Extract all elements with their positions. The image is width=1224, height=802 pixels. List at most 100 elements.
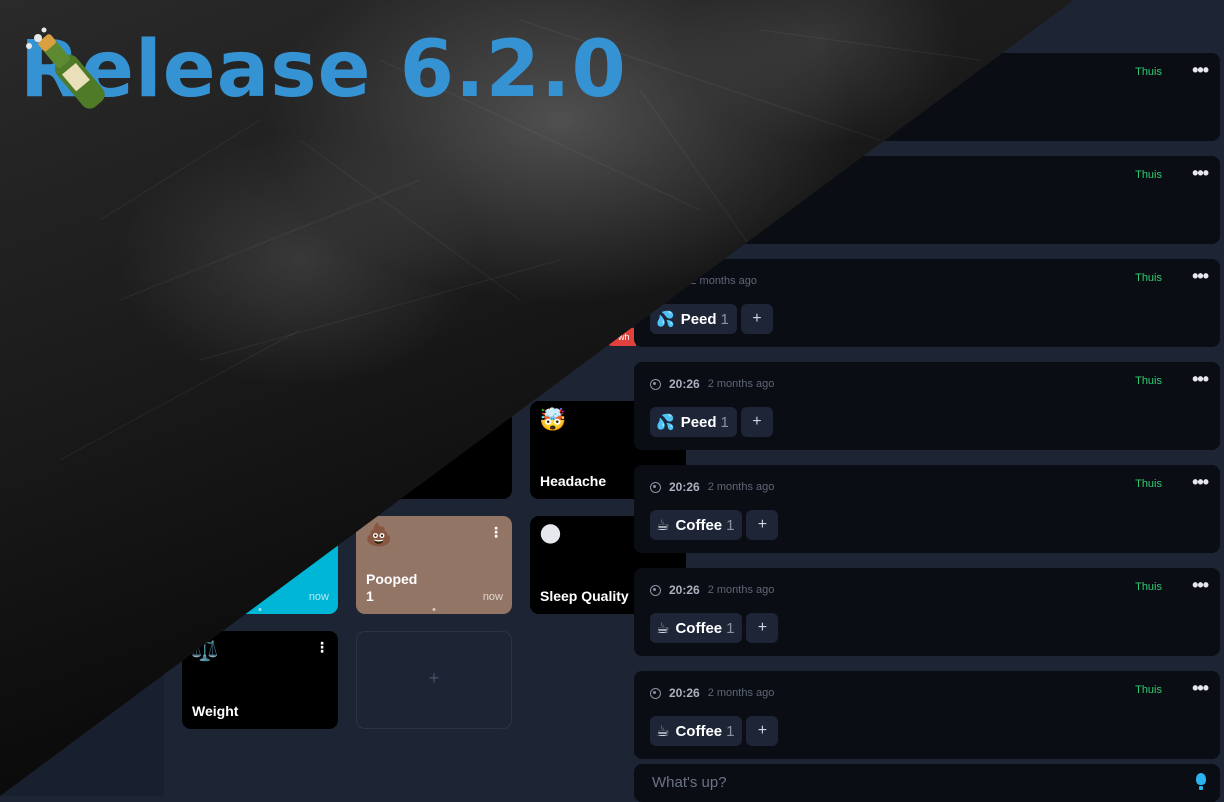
- location-tag[interactable]: Thuis: [1135, 581, 1162, 593]
- card-relative-time: 2 months ago: [690, 275, 758, 287]
- card-relative-time: 2 months ago: [707, 687, 775, 699]
- lightbulb-icon[interactable]: [1196, 773, 1206, 790]
- feed-card[interactable]: 20:26 2 months ago Thuis ••• 💦 Peed 1 +: [634, 362, 1220, 450]
- left-rail: [0, 0, 164, 796]
- event-count: 1: [726, 516, 735, 534]
- tile-pooped[interactable]: 💩 ⋮ Pooped 1 now: [356, 516, 512, 614]
- card-time: 20:26: [669, 480, 700, 494]
- tile-time: now: [308, 591, 329, 603]
- location-pin-icon: [650, 584, 661, 596]
- feed-card[interactable]: 20:26 2 months ago Thuis ••• ☕ Coffee 1 +: [634, 568, 1220, 656]
- more-options-icon[interactable]: •••: [1192, 163, 1209, 184]
- card-meta: 26 2 months ago: [650, 274, 757, 288]
- more-options-icon[interactable]: •••: [1192, 472, 1209, 493]
- card-relative-time: 2 months ago: [707, 481, 775, 493]
- event-emoji-icon: ☕: [656, 517, 670, 534]
- event-chip[interactable]: 💦 Peed 1: [650, 407, 737, 437]
- card-chips: 💦 Peed 1 +: [650, 304, 773, 334]
- event-label: Peed: [680, 310, 717, 328]
- tile-dot: [432, 608, 436, 611]
- event-chip[interactable]: ☕ Coffee 1: [650, 613, 743, 643]
- event-emoji-icon: 💦: [656, 311, 675, 328]
- event-count: 1: [720, 413, 729, 431]
- add-event-button[interactable]: +: [746, 716, 779, 746]
- card-chips: ☕ Coffee 1 +: [650, 510, 779, 540]
- event-label: Coffee: [675, 516, 723, 534]
- card-meta: 20:26 2 months ago: [650, 377, 774, 391]
- feed-card[interactable]: 20:26 2 months ago Thuis ••• ☕ Coffee 1 +: [634, 671, 1220, 759]
- card-meta: 20:26 2 months ago: [650, 583, 774, 597]
- card-relative-time: 2 months ago: [707, 584, 775, 596]
- scale-icon: ⚖️: [191, 637, 219, 662]
- location-pin-icon: [650, 481, 661, 493]
- more-options-icon[interactable]: •••: [1192, 60, 1209, 81]
- tile-unnamed[interactable]: [356, 401, 512, 499]
- event-chip[interactable]: 💦 Peed 1: [650, 304, 737, 334]
- tile-menu-icon[interactable]: ⋮: [489, 524, 503, 541]
- more-options-icon[interactable]: •••: [1192, 575, 1209, 596]
- card-meta: 20:26 2 months ago: [650, 686, 774, 700]
- card-relative-time: 2 months ago: [707, 378, 775, 390]
- more-options-icon[interactable]: •••: [1192, 678, 1209, 699]
- tile-count: 1: [366, 588, 374, 604]
- plus-icon: +: [428, 668, 440, 688]
- card-chips: ☕ Coffee 1 +: [650, 716, 779, 746]
- tile-label: Weight: [192, 703, 239, 719]
- more-options-icon[interactable]: •••: [1192, 369, 1209, 390]
- location-tag[interactable]: Thuis: [1135, 478, 1162, 490]
- card-time: 20:26: [669, 377, 700, 391]
- red-badge: wh: [608, 328, 636, 346]
- card-time: 20:26: [669, 583, 700, 597]
- tile-label-text: Pooped: [366, 571, 418, 587]
- add-event-button[interactable]: +: [740, 304, 773, 334]
- add-event-button[interactable]: +: [746, 613, 779, 643]
- composer: [634, 764, 1220, 802]
- event-emoji-icon: ☕: [656, 620, 670, 637]
- card-time: 26: [669, 274, 683, 288]
- event-count: 1: [720, 310, 729, 328]
- tile-weight[interactable]: ⚖️ ⋮ Weight: [182, 631, 338, 729]
- add-event-button[interactable]: +: [740, 407, 773, 437]
- location-tag[interactable]: Thuis: [1135, 375, 1162, 387]
- event-count: 1: [726, 722, 735, 740]
- tile-cyan[interactable]: now: [182, 516, 338, 614]
- tile-dot: [258, 608, 262, 611]
- tile-label: Sleep Quality: [540, 588, 629, 604]
- event-chip[interactable]: ☕ Coffee 1: [650, 716, 743, 746]
- event-label: Peed: [680, 413, 717, 431]
- event-count: 1: [726, 619, 735, 637]
- location-pin-icon: [650, 687, 661, 699]
- tile-time: now: [482, 591, 503, 603]
- feed-card[interactable]: Thuis •••: [634, 53, 1220, 141]
- event-emoji-icon: ☕: [656, 723, 670, 740]
- app-background: 🤯 Headache now 💩 ⋮ Pooped 1 now 🌑 Sleep …: [0, 0, 1224, 802]
- card-chips: 💦 Peed 1 +: [650, 407, 773, 437]
- tile-label: Headache: [540, 473, 607, 489]
- poop-icon: 💩: [365, 522, 393, 547]
- feed-card[interactable]: Thuis •••: [634, 156, 1220, 244]
- location-pin-icon: [650, 275, 661, 287]
- card-chips: ☕ Coffee 1 +: [650, 613, 779, 643]
- location-tag[interactable]: Thuis: [1135, 684, 1162, 696]
- add-event-button[interactable]: +: [746, 510, 779, 540]
- location-tag[interactable]: Thuis: [1135, 272, 1162, 284]
- event-label: Coffee: [675, 722, 723, 740]
- card-meta: 20:26 2 months ago: [650, 480, 774, 494]
- new-moon-icon: 🌑: [539, 522, 562, 547]
- card-time: 20:26: [669, 686, 700, 700]
- event-emoji-icon: 💦: [656, 414, 675, 431]
- event-label: Coffee: [675, 619, 723, 637]
- tile-menu-icon[interactable]: ⋮: [315, 639, 329, 656]
- more-options-icon[interactable]: •••: [1192, 266, 1209, 287]
- add-tile-button[interactable]: +: [356, 631, 512, 729]
- location-pin-icon: [650, 378, 661, 390]
- feed-card[interactable]: 20:26 2 months ago Thuis ••• ☕ Coffee 1 +: [634, 465, 1220, 553]
- activity-feed: Thuis ••• Thuis ••• 26 2 months ago Thuis ••• 💦 P…: [634, 0, 1224, 802]
- location-tag[interactable]: Thuis: [1135, 169, 1162, 181]
- feed-card[interactable]: 26 2 months ago Thuis ••• 💦 Peed 1 +: [634, 259, 1220, 347]
- event-chip[interactable]: ☕ Coffee 1: [650, 510, 743, 540]
- location-tag[interactable]: Thuis: [1135, 66, 1162, 78]
- exploding-head-icon: 🤯: [539, 407, 567, 432]
- tile-label: Pooped 1: [366, 571, 417, 605]
- whats-up-input[interactable]: [650, 764, 1154, 800]
